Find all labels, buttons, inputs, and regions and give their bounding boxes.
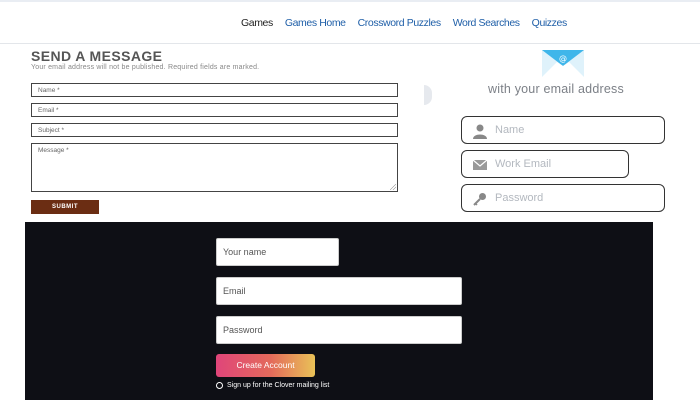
message-name-field[interactable]: Name * [31, 83, 398, 97]
signup-work-email-placeholder: Work Email [495, 158, 552, 170]
message-form-title: SEND A MESSAGE [31, 48, 163, 64]
message-subject-placeholder: Subject * [38, 127, 65, 134]
account-panel [25, 222, 653, 400]
nav-item-games-home[interactable]: Games Home [285, 17, 346, 29]
nav-item-quizzes[interactable]: Quizzes [532, 17, 568, 29]
message-subject-field[interactable]: Subject * [31, 123, 398, 137]
mail-icon [472, 159, 488, 170]
message-email-placeholder: Email * [38, 107, 59, 114]
account-password-input[interactable]: Password [216, 316, 462, 344]
top-navigation: Games Games Home Crossword Puzzles Word … [0, 0, 700, 44]
account-name-input[interactable]: Your name [216, 238, 339, 266]
account-email-input[interactable]: Email [216, 277, 462, 305]
mailing-list-option[interactable]: Sign up for the Clover mailing list [216, 382, 329, 389]
submit-button[interactable]: SUBMIT [31, 200, 99, 214]
mailing-list-radio[interactable] [216, 382, 223, 389]
account-password-placeholder: Password [223, 325, 263, 335]
envelope-at-symbol: @ [559, 54, 567, 63]
signup-name-placeholder: Name [495, 124, 525, 136]
mailing-list-label: Sign up for the Clover mailing list [227, 382, 330, 389]
nav-item-crossword-puzzles[interactable]: Crossword Puzzles [358, 17, 441, 29]
message-body-textarea[interactable]: Message * [31, 143, 398, 192]
message-email-field[interactable]: Email * [31, 103, 398, 117]
resize-handle-icon[interactable] [390, 184, 396, 190]
nav-item-games[interactable]: Games [241, 17, 273, 29]
signup-password-placeholder: Password [495, 192, 544, 204]
key-icon [473, 193, 486, 206]
nav-item-word-searches[interactable]: Word Searches [453, 17, 520, 29]
signup-name-field[interactable]: Name [461, 116, 665, 144]
signup-work-email-field[interactable]: Work Email [461, 150, 629, 178]
user-icon [473, 124, 487, 139]
envelope-icon: @ [542, 50, 584, 77]
nav-menu: Games Games Home Crossword Puzzles Word … [241, 17, 579, 29]
account-email-placeholder: Email [223, 286, 246, 296]
message-body-placeholder: Message * [38, 147, 69, 154]
email-tagline: with your email address [488, 82, 624, 96]
signup-password-field[interactable]: Password [461, 184, 665, 212]
message-name-placeholder: Name * [38, 87, 60, 94]
account-name-placeholder: Your name [223, 247, 267, 257]
message-form-subtitle: Your email address will not be published… [31, 64, 260, 71]
create-account-button[interactable]: Create Account [216, 354, 315, 377]
carousel-edge-decoration [424, 85, 432, 105]
